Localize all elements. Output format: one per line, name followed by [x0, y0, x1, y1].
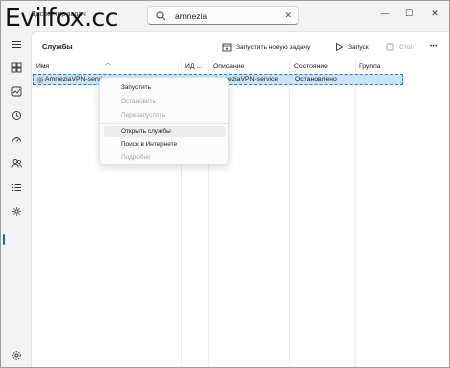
services-table: ︿ Имя ИД ... Описание Состояние Группа A…: [32, 60, 449, 367]
menu-item-details[interactable]: Подробно: [104, 152, 226, 163]
watermark: Evilfox.cc: [5, 3, 119, 32]
search-input[interactable]: amnezia ✕: [147, 6, 299, 25]
users-icon: [10, 158, 22, 168]
nav-item-performance[interactable]: [6, 81, 26, 101]
stop-label: Стоп: [399, 43, 414, 51]
sort-ascending-icon: ︿: [105, 61, 112, 67]
stop-service-button[interactable]: Стоп: [385, 39, 414, 55]
menu-item-stop[interactable]: Остановить: [104, 96, 226, 107]
column-header-description[interactable]: Описание: [213, 63, 244, 70]
menu-item-restart[interactable]: Перезапустить: [104, 110, 226, 121]
performance-icon: [11, 86, 21, 96]
column-divider: [355, 60, 356, 367]
new-task-icon: [222, 43, 232, 52]
nav-item-users[interactable]: [6, 153, 26, 173]
history-icon: [11, 110, 21, 120]
hamburger-menu-button[interactable]: [6, 34, 26, 54]
active-nav-indicator: [3, 234, 5, 245]
column-header-status[interactable]: Состояние: [294, 63, 328, 70]
start-service-button[interactable]: Запуск: [334, 39, 369, 55]
nav-item-settings[interactable]: [6, 345, 26, 365]
menu-item-open-services[interactable]: Открыть службы: [104, 126, 226, 137]
settings-gear-icon: [11, 350, 21, 360]
stop-icon: [386, 43, 394, 51]
column-header-group[interactable]: Группа: [359, 63, 381, 70]
search-icon: [156, 11, 166, 21]
nav-item-processes[interactable]: [6, 57, 26, 77]
context-menu: Запустить Остановить Перезапустить Откры…: [99, 77, 229, 165]
menu-item-start[interactable]: Запустить: [104, 82, 226, 93]
page-title: Службы: [42, 42, 73, 51]
start-label: Запуск: [348, 43, 369, 51]
hamburger-icon: [11, 40, 21, 48]
column-header-pid[interactable]: ИД ...: [185, 63, 202, 70]
maximize-button[interactable]: ☐: [399, 5, 419, 21]
service-gear-icon: [36, 76, 44, 84]
menu-item-search-online[interactable]: Поиск в Интернете: [104, 139, 226, 150]
close-button[interactable]: ✕: [425, 5, 445, 21]
startup-icon: [11, 136, 21, 142]
task-manager-window: Диспетчер задач Evilfox.cc amnezia ✕ — ☐…: [0, 0, 450, 368]
minimize-button[interactable]: —: [375, 5, 395, 21]
play-icon: [336, 42, 344, 52]
search-value: amnezia: [175, 11, 208, 21]
nav-item-startup[interactable]: [6, 129, 26, 149]
processes-icon: [11, 62, 21, 72]
run-new-task-label: Запустить новую задачу: [236, 43, 311, 51]
clear-search-icon[interactable]: ✕: [284, 10, 292, 21]
nav-item-app-history[interactable]: [6, 105, 26, 125]
title-bar: Диспетчер задач Evilfox.cc amnezia ✕ — ☐…: [1, 1, 449, 32]
service-status: Остановлено: [295, 76, 337, 83]
left-nav: [1, 31, 31, 367]
nav-item-services[interactable]: [6, 201, 26, 221]
details-list-icon: [11, 183, 21, 191]
column-divider: [289, 60, 290, 367]
nav-item-details[interactable]: [6, 177, 26, 197]
services-gear-icon: [11, 206, 21, 216]
run-new-task-button[interactable]: Запустить новую задачу: [222, 39, 310, 55]
more-options-button[interactable]: •••: [430, 39, 438, 55]
column-header-name[interactable]: Имя: [36, 63, 49, 70]
menu-separator: [100, 123, 228, 124]
services-panel: Службы Запустить новую задачу Запуск Сто…: [31, 31, 449, 367]
